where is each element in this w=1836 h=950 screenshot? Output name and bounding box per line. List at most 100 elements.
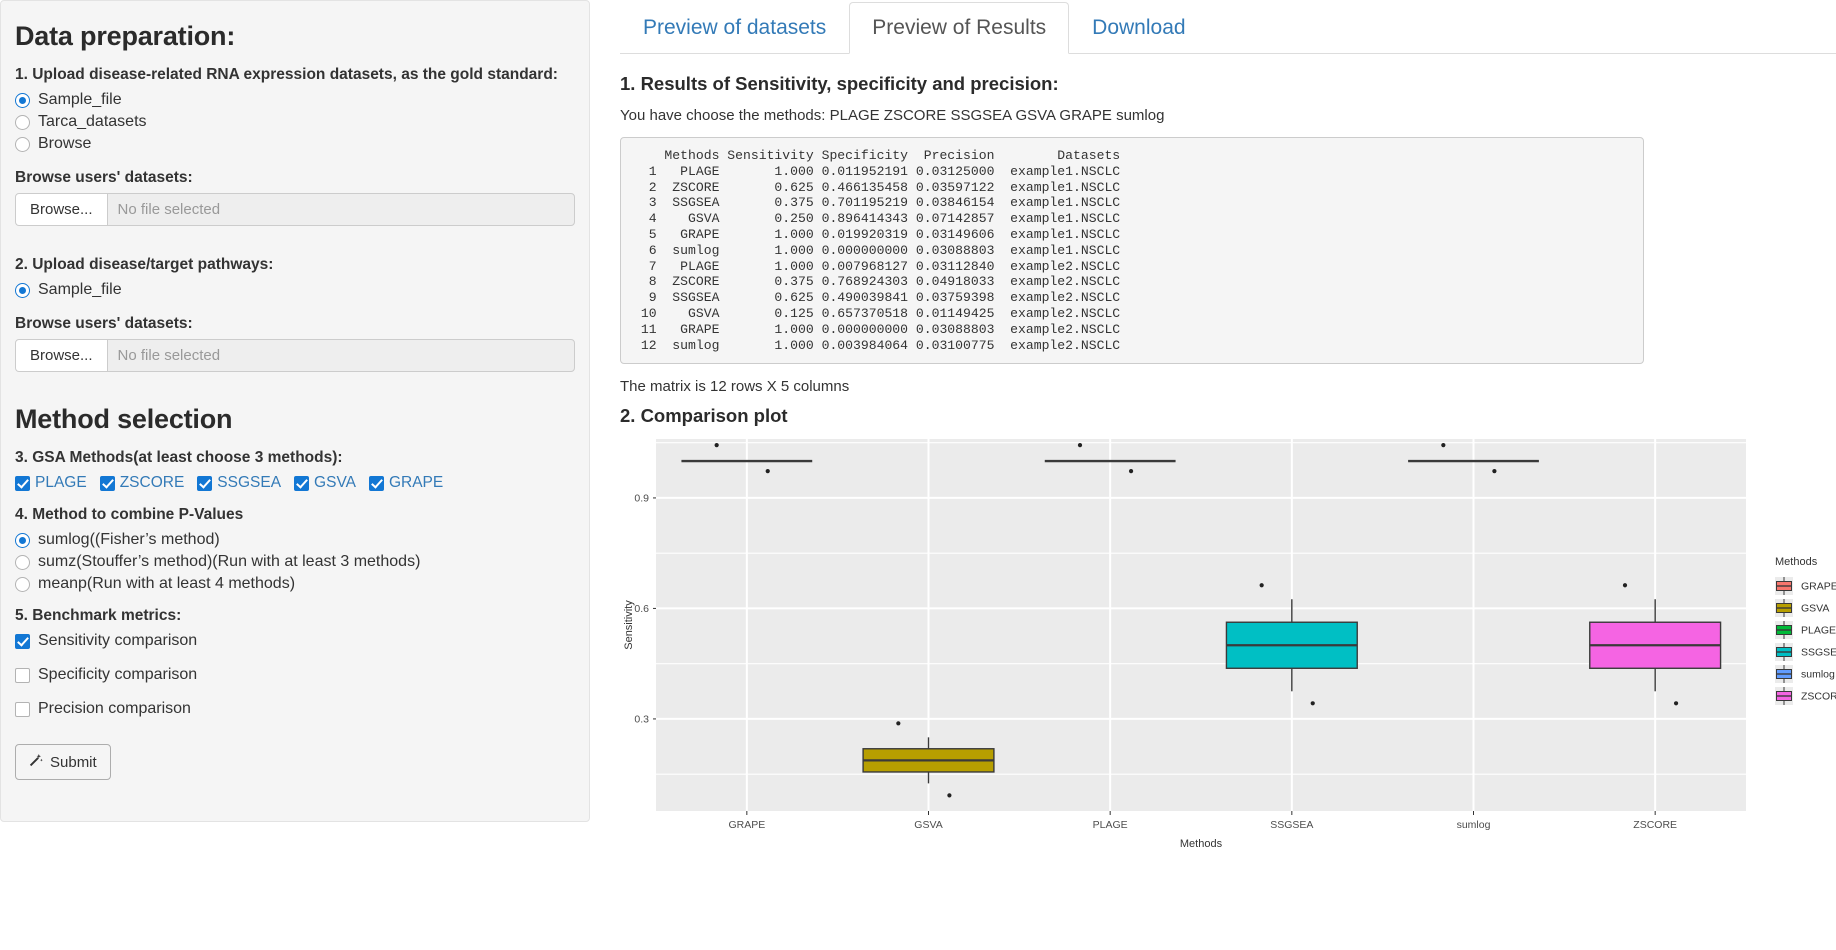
checkbox-label: Specificity comparison <box>38 666 198 683</box>
checkbox-sensitivity-comparison[interactable]: Sensitivity comparison <box>15 632 575 650</box>
radio-indicator[interactable] <box>15 282 30 298</box>
browse-button-2[interactable]: Browse... <box>16 340 108 371</box>
main-panel: Preview of datasets Preview of Results D… <box>590 0 1836 950</box>
checkbox-label: PLAGE <box>35 474 87 491</box>
checkbox-indicator[interactable] <box>15 701 30 717</box>
question-2-label: 2. Upload disease/target pathways: <box>15 256 274 273</box>
radio-indicator[interactable] <box>15 532 30 548</box>
wand-icon <box>29 753 43 771</box>
browse-button-1[interactable]: Browse... <box>16 194 108 225</box>
x-axis-tick-label: GRAPE <box>728 819 765 831</box>
x-axis-tick-label: ZSCORE <box>1633 819 1677 831</box>
data-point <box>1077 442 1083 447</box>
checkbox-indicator[interactable] <box>294 475 310 491</box>
file-placeholder-1: No file selected <box>117 201 221 218</box>
legend-title: Methods <box>1775 556 1818 568</box>
results-table-preformatted: Methods Sensitivity Specificity Precisio… <box>620 137 1644 365</box>
legend-label: PLAGE <box>1801 624 1836 636</box>
checkbox-indicator[interactable] <box>99 475 115 491</box>
tab-preview-of-results[interactable]: Preview of Results <box>849 1 1070 54</box>
radio-indicator[interactable] <box>15 576 30 592</box>
radio-label: Sample_file <box>38 281 122 298</box>
radio-label: sumz(Stouffer’s method)(Run with at leas… <box>38 553 421 570</box>
data-point <box>896 720 901 725</box>
checkbox-indicator[interactable] <box>15 633 30 649</box>
legend-label: SSGSEA <box>1801 646 1836 658</box>
data-point <box>1673 700 1679 705</box>
y-axis-title: Sensitivity <box>623 599 635 649</box>
radio-label: sumlog((Fisher’s method) <box>38 531 220 548</box>
boxplot-svg: 0.3 0.6 0.9 Sensitivity GRAPE GSVA PLAGE SSGSEA… <box>623 438 1836 850</box>
legend-label: ZSCORE <box>1801 690 1836 702</box>
checkbox-indicator[interactable] <box>197 475 213 491</box>
checkbox-specificity-comparison[interactable]: Specificity comparison <box>15 666 575 684</box>
tab-bar: Preview of datasets Preview of Results D… <box>620 0 1836 54</box>
y-axis-tick-label: 0.3 <box>634 713 649 725</box>
submit-button[interactable]: Submit <box>15 744 111 780</box>
x-axis-tick-label: sumlog <box>1457 819 1491 831</box>
page-title: Data preparation: <box>15 21 236 51</box>
x-axis-tick-label: PLAGE <box>1093 819 1128 831</box>
checkbox-indicator[interactable] <box>15 475 30 491</box>
x-axis-tick-label: SSGSEA <box>1270 819 1313 831</box>
y-axis-tick-label: 0.9 <box>634 492 649 504</box>
comparison-boxplot: 0.3 0.6 0.9 Sensitivity GRAPE GSVA PLAGE SSGSEA… <box>620 435 1836 865</box>
data-point <box>947 792 952 798</box>
checkbox-precision-comparison[interactable]: Precision comparison <box>15 700 575 718</box>
file-input-datasets-2[interactable]: Browse... No file selected <box>15 339 575 372</box>
checkbox-grape[interactable]: GRAPE <box>368 474 443 492</box>
data-point <box>1492 468 1497 473</box>
checkbox-indicator[interactable] <box>15 667 30 683</box>
file-placeholder-2: No file selected <box>117 347 221 364</box>
browse-datasets-1-label: Browse users' datasets: <box>15 169 193 186</box>
checkbox-plage[interactable]: PLAGE <box>15 474 87 492</box>
radio-pvalue-sumlog[interactable]: sumlog((Fisher’s method) <box>15 531 575 549</box>
gsa-methods-checkbox-group: PLAGE ZSCORE SSGSEA GSVA GRAPE <box>15 474 575 492</box>
browse-datasets-2-label: Browse users' datasets: <box>15 315 193 332</box>
data-point <box>1128 468 1134 473</box>
file-input-datasets-1[interactable]: Browse... No file selected <box>15 193 575 226</box>
radio-indicator[interactable] <box>15 114 30 130</box>
checkbox-zscore[interactable]: ZSCORE <box>99 474 184 492</box>
radio-dataset-sample-file[interactable]: Sample_file <box>15 91 575 109</box>
legend-label: GRAPE <box>1801 580 1836 592</box>
radio-label: Tarca_datasets <box>38 113 147 130</box>
data-point <box>714 442 719 447</box>
radio-pathway-sample-file[interactable]: Sample_file <box>15 281 575 299</box>
plot-legend: Methods GRAPE GSVA PLAGE SSGSEA sumlog ZSCORE <box>1775 556 1836 705</box>
plot-panel-background <box>656 438 1746 811</box>
radio-pvalue-meanp[interactable]: meanp(Run with at least 4 methods) <box>15 575 575 593</box>
method-selection-title: Method selection <box>15 404 233 434</box>
checkbox-label: SSGSEA <box>217 474 282 491</box>
sidebar-panel: Data preparation: 1. Upload disease-rela… <box>0 0 590 822</box>
radio-label: Browse <box>38 135 92 152</box>
checkbox-indicator[interactable] <box>368 475 384 491</box>
radio-dataset-tarca[interactable]: Tarca_datasets <box>15 113 575 131</box>
radio-pvalue-sumz[interactable]: sumz(Stouffer’s method)(Run with at leas… <box>15 553 575 571</box>
question-5-label: 5. Benchmark metrics: <box>15 607 182 624</box>
chosen-methods-note: You have choose the methods: PLAGE ZSCOR… <box>620 107 1165 124</box>
x-axis-title: Methods <box>1180 838 1223 850</box>
data-point <box>1622 582 1628 587</box>
tab-preview-of-datasets[interactable]: Preview of datasets <box>620 2 849 54</box>
radio-label: meanp(Run with at least 4 methods) <box>38 575 296 592</box>
tab-download[interactable]: Download <box>1069 2 1208 54</box>
checkbox-label: Sensitivity comparison <box>38 632 198 649</box>
data-point <box>765 468 770 473</box>
x-axis-tick-label: GSVA <box>914 819 942 831</box>
results-heading: 1. Results of Sensitivity, specificity a… <box>620 73 1059 94</box>
checkbox-gsva[interactable]: GSVA <box>294 474 356 492</box>
comparison-plot-heading: 2. Comparison plot <box>620 404 788 426</box>
radio-dataset-browse[interactable]: Browse <box>15 135 575 153</box>
radio-indicator[interactable] <box>15 92 30 108</box>
checkbox-ssgsea[interactable]: SSGSEA <box>197 474 281 492</box>
radio-indicator[interactable] <box>15 554 30 570</box>
data-point <box>1259 582 1264 587</box>
submit-button-label: Submit <box>50 753 97 771</box>
legend-label: GSVA <box>1801 602 1829 614</box>
app-root: Data preparation: 1. Upload disease-rela… <box>0 0 1836 950</box>
radio-indicator[interactable] <box>15 136 30 152</box>
question-3-label: 3. GSA Methods(at least choose 3 methods… <box>15 449 343 466</box>
question-4-label: 4. Method to combine P-Values <box>15 506 244 523</box>
matrix-dimensions-note: The matrix is 12 rows X 5 columns <box>620 377 850 395</box>
